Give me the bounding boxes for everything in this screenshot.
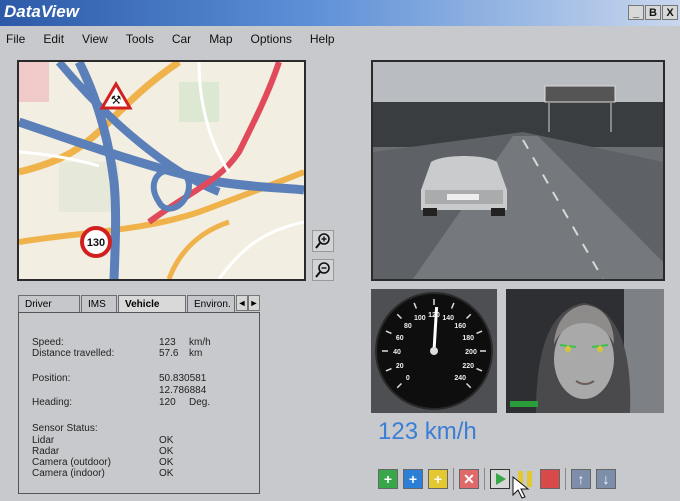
map-view[interactable]: ⚒ 130: [17, 60, 306, 281]
move-up-button[interactable]: ↑: [571, 469, 591, 489]
position-latitude: 50.830581: [159, 373, 207, 384]
gauge-tick-label: 220: [462, 363, 474, 370]
window-title: DataView: [4, 2, 79, 21]
map-image: ⚒ 130: [19, 62, 304, 279]
sensor-name: Lidar: [32, 435, 55, 446]
add-green-button[interactable]: +: [378, 469, 398, 489]
car-ahead: [421, 156, 507, 216]
gauge-tick-label: 140: [442, 315, 454, 322]
move-down-button[interactable]: ↓: [596, 469, 616, 489]
gauge-tick-label: 60: [396, 335, 404, 342]
menu-view[interactable]: View: [82, 32, 108, 46]
svg-text:⚒: ⚒: [111, 93, 122, 107]
zoom-in-button[interactable]: [312, 230, 334, 252]
restore-button[interactable]: В: [645, 5, 661, 20]
close-icon: ✕: [463, 471, 475, 487]
speedometer: 0 20 40 60 80 100 120 140 160 180 200 220 240: [371, 289, 497, 413]
window-controls: _ В X: [628, 5, 678, 20]
speed-limit-value: 130: [87, 237, 105, 249]
indoor-camera-view: [506, 289, 664, 413]
gauge-tick-label: 160: [454, 323, 466, 330]
gauge-tick-label: 240: [454, 375, 466, 382]
gauge-tick-label: 20: [396, 363, 404, 370]
title-bar: DataView _ В X: [0, 0, 680, 26]
zoom-out-button[interactable]: [312, 259, 334, 281]
heading-value: 120: [159, 397, 176, 408]
toolbar-divider: [565, 468, 566, 490]
stop-icon: [545, 474, 555, 484]
sensor-name: Camera (indoor): [32, 468, 105, 479]
toolbar-divider: [484, 468, 485, 490]
gauge-tick-label: 180: [462, 335, 474, 342]
zoom-out-icon: [315, 262, 330, 278]
tab-ims[interactable]: IMS: [81, 295, 117, 313]
sensor-name: Radar: [32, 446, 60, 457]
distance-unit: km: [189, 348, 203, 359]
stop-button[interactable]: [540, 469, 560, 489]
speed-limit-sign-icon: 130: [80, 226, 112, 258]
speed-readout: 123 km/h: [378, 418, 477, 445]
gauge-tick-label: 40: [393, 349, 401, 356]
arrow-down-icon: ↓: [602, 471, 610, 487]
driver-face-image: [506, 289, 664, 413]
menu-options[interactable]: Options: [251, 32, 292, 46]
road-camera-image: [373, 62, 663, 279]
outdoor-camera-view: [371, 60, 665, 281]
menu-car[interactable]: Car: [172, 32, 191, 46]
tab-scroll-right-button[interactable]: ►: [248, 295, 260, 311]
mouse-cursor-icon: [512, 476, 530, 499]
gauge-tick-label: 120: [428, 312, 440, 319]
menu-file[interactable]: File: [6, 32, 25, 46]
close-button[interactable]: X: [662, 5, 678, 20]
plus-icon: +: [383, 471, 393, 487]
gauge-tick-label: 0: [406, 375, 410, 382]
sensor-status-label: Sensor Status:: [32, 423, 98, 434]
gauge-tick-label: 100: [414, 315, 426, 322]
gauge-hub: [430, 347, 438, 355]
position-longitude: 12.786884: [159, 385, 207, 396]
sensor-status: OK: [159, 435, 174, 446]
heading-label: Heading:: [32, 397, 73, 408]
play-icon: [496, 473, 506, 485]
arrow-up-icon: ↑: [577, 471, 585, 487]
playback-toolbar: + + + ✕ ↑ ↓: [378, 466, 621, 492]
speed-unit: km/h: [189, 337, 211, 348]
tab-vehicle[interactable]: Vehicle: [118, 295, 186, 313]
speed-label: Speed:: [32, 337, 64, 348]
play-button[interactable]: [490, 469, 510, 489]
position-label: Position:: [32, 373, 71, 384]
tab-scroll-left-button[interactable]: ◄: [236, 295, 248, 311]
sensor-status: OK: [159, 457, 174, 468]
distance-label: Distance travelled:: [32, 348, 115, 359]
menu-edit[interactable]: Edit: [43, 32, 64, 46]
add-blue-button[interactable]: +: [403, 469, 423, 489]
sensor-status: OK: [159, 446, 174, 457]
menu-map[interactable]: Map: [209, 32, 232, 46]
delete-button[interactable]: ✕: [459, 469, 479, 489]
tab-driver[interactable]: Driver: [18, 295, 80, 313]
add-yellow-button[interactable]: +: [428, 469, 448, 489]
gauge-tick-label: 80: [404, 323, 412, 330]
speedometer-dial: 020 40 6080100 120 140160 180 200 220 240: [375, 292, 493, 410]
sensor-status: OK: [159, 468, 174, 479]
heading-unit: Deg.: [189, 397, 211, 408]
vehicle-info-panel: Speed: 123 km/h Distance travelled: 57.6…: [18, 312, 260, 494]
minimize-button[interactable]: _: [628, 5, 644, 20]
menu-bar: File Edit View Tools Car Map Options Hel…: [0, 28, 680, 50]
speed-value: 123: [159, 337, 176, 348]
toolbar-divider: [453, 468, 454, 490]
info-tabs: Driver IMS Vehicle Environ. ◄ ►: [18, 295, 260, 313]
plus-icon: +: [408, 471, 418, 487]
menu-help[interactable]: Help: [310, 32, 335, 46]
distance-value: 57.6: [159, 348, 179, 359]
zoom-in-icon: [315, 233, 330, 249]
tab-environment[interactable]: Environ.: [187, 295, 235, 313]
gauge-tick-label: 200: [465, 349, 477, 356]
menu-tools[interactable]: Tools: [126, 32, 154, 46]
sensor-name: Camera (outdoor): [32, 457, 111, 468]
plus-icon: +: [433, 471, 443, 487]
